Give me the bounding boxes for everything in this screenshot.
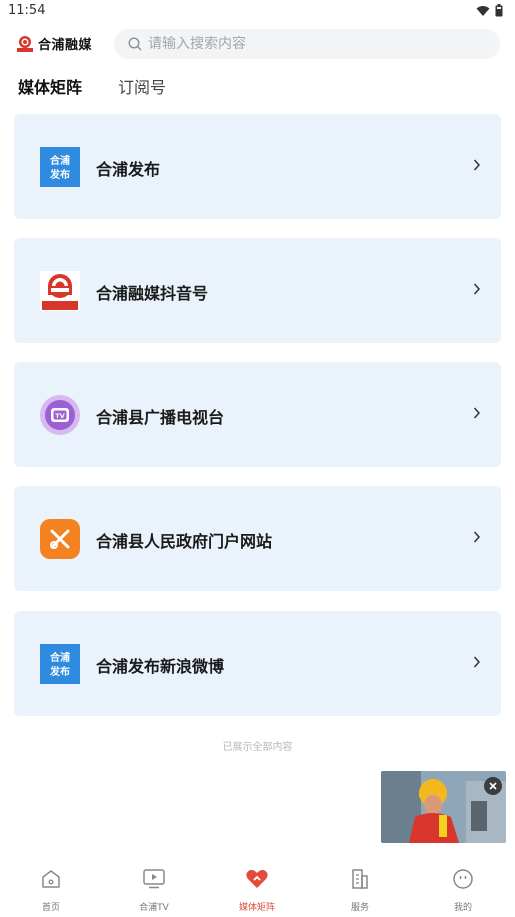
hepu-fabu-weibo-logo-icon: 合浦 发布 — [40, 644, 80, 684]
hepu-rongmei-logo-icon — [40, 271, 80, 311]
tab-bar: 媒体矩阵 订阅号 — [0, 74, 515, 100]
list-item[interactable]: 合浦 发布 合浦发布新浪微博 — [14, 611, 501, 716]
nav-label: 服务 — [350, 903, 369, 913]
status-icons — [476, 4, 503, 17]
nav-label: 首页 — [41, 903, 60, 913]
search-icon — [128, 37, 142, 51]
tab-subscriptions[interactable]: 订阅号 — [118, 74, 166, 98]
status-bar: 11:54 — [0, 0, 515, 22]
smile-icon — [453, 869, 473, 889]
floating-ad-image[interactable] — [381, 771, 506, 843]
list-item[interactable]: 合浦 发布 合浦发布 — [14, 114, 501, 219]
status-time: 11:54 — [8, 3, 46, 18]
app-logo: 合浦融媒 — [16, 34, 92, 53]
nav-item-mine[interactable]: 我的 — [423, 866, 503, 913]
app-logo-icon — [17, 35, 33, 52]
search-bar[interactable] — [114, 29, 500, 59]
battery-icon — [495, 4, 503, 17]
app-logo-text: 合浦融媒 — [38, 38, 93, 53]
svg-text:合浦: 合浦 — [49, 154, 70, 167]
nav-item-media-matrix[interactable]: 媒体矩阵 — [217, 866, 297, 913]
tab-media-matrix[interactable]: 媒体矩阵 — [18, 74, 82, 98]
bottom-navigation: 首页 合浦TV 媒体矩阵 服务 我的 — [0, 858, 515, 917]
building-icon — [352, 869, 368, 889]
tv-play-icon — [143, 869, 165, 889]
chevron-right-icon — [473, 531, 481, 543]
chevron-right-icon — [473, 656, 481, 668]
nav-item-home[interactable]: 首页 — [11, 866, 91, 913]
nav-item-hepu-tv[interactable]: 合浦TV — [114, 866, 194, 913]
list-item[interactable]: 合浦融媒抖音号 — [14, 238, 501, 343]
nav-label: 媒体矩阵 — [238, 903, 275, 913]
list-item[interactable]: TV 合浦县广播电视台 — [14, 362, 501, 467]
nav-item-services[interactable]: 服务 — [320, 866, 400, 913]
svg-text:发布: 发布 — [49, 665, 70, 678]
list-item[interactable]: 合浦县人民政府门户网站 — [14, 486, 501, 591]
chevron-right-icon — [473, 407, 481, 419]
card-title: 合浦发布新浪微博 — [96, 657, 225, 676]
government-portal-icon — [40, 519, 80, 559]
close-icon — [489, 782, 497, 790]
chevron-right-icon — [473, 283, 481, 295]
wifi-icon — [476, 5, 490, 16]
svg-text:TV: TV — [55, 412, 64, 420]
nav-label: 我的 — [453, 903, 472, 913]
card-title: 合浦县人民政府门户网站 — [96, 532, 273, 551]
search-input[interactable] — [148, 36, 468, 52]
svg-text:合浦: 合浦 — [49, 651, 70, 664]
tv-icon: TV — [40, 395, 80, 435]
card-title: 合浦县广播电视台 — [96, 408, 225, 427]
header: 合浦融媒 — [0, 26, 515, 62]
nav-label: 合浦TV — [139, 903, 169, 913]
svg-text:发布: 发布 — [49, 168, 70, 181]
hepu-fabu-logo-icon: 合浦 发布 — [40, 147, 80, 187]
card-title: 合浦发布 — [96, 160, 161, 179]
card-title: 合浦融媒抖音号 — [96, 284, 209, 303]
close-ad-button[interactable] — [484, 777, 502, 795]
end-of-list-note: 已展示全部内容 — [222, 742, 293, 753]
heart-icon — [246, 869, 268, 888]
home-icon — [42, 870, 60, 888]
chevron-right-icon — [473, 159, 481, 171]
